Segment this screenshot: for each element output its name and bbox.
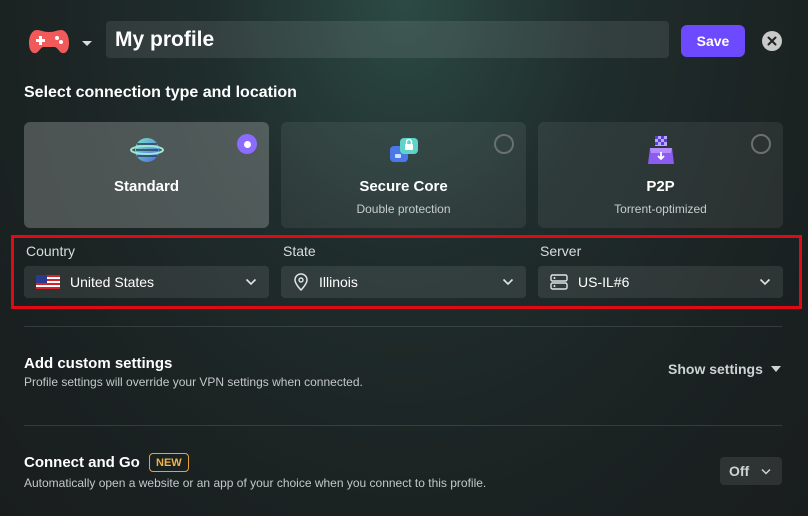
- chevron-down-icon: [759, 278, 771, 286]
- server-value: US-IL#6: [578, 274, 630, 290]
- chevron-down-icon[interactable]: [80, 36, 94, 46]
- chevron-down-icon: [245, 278, 257, 286]
- server-label: Server: [540, 243, 582, 259]
- connect-and-go-description: Automatically open a website or an app o…: [24, 476, 487, 490]
- map-pin-icon: [294, 273, 308, 291]
- connection-option-title: Secure Core: [359, 178, 448, 195]
- server-select[interactable]: US-IL#6: [538, 266, 783, 298]
- connect-and-go-value: Off: [729, 463, 750, 479]
- connection-option-secure-core[interactable]: Secure Core Double protection: [281, 122, 526, 228]
- country-label: Country: [26, 243, 76, 259]
- custom-settings-description: Profile settings will override your VPN …: [24, 375, 363, 389]
- connection-option-title: Standard: [113, 178, 179, 195]
- new-badge: NEW: [149, 453, 189, 472]
- caret-down-icon: [770, 366, 781, 372]
- connection-option-subtitle: Torrent-optimized: [614, 202, 707, 216]
- radio-unselected[interactable]: [751, 134, 771, 154]
- gamepad-icon[interactable]: [28, 27, 70, 55]
- divider: [24, 425, 782, 426]
- profile-name-input[interactable]: [106, 21, 669, 58]
- p2p-icon: [644, 134, 678, 166]
- section-title: Select connection type and location: [24, 84, 297, 101]
- country-select[interactable]: United States: [24, 266, 269, 298]
- show-settings-label: Show settings: [668, 361, 763, 377]
- save-button[interactable]: Save: [681, 25, 745, 57]
- connection-option-subtitle: Double protection: [356, 202, 451, 216]
- chevron-down-icon: [502, 278, 514, 286]
- server-icon: [550, 274, 568, 290]
- chevron-down-icon: [761, 468, 771, 475]
- close-icon: [767, 36, 777, 46]
- globe-icon: [129, 134, 164, 166]
- state-select[interactable]: Illinois: [281, 266, 526, 298]
- country-value: United States: [70, 274, 155, 290]
- close-button[interactable]: [762, 31, 782, 51]
- radio-selected[interactable]: [237, 134, 257, 154]
- radio-unselected[interactable]: [494, 134, 514, 154]
- connection-option-title: P2P: [646, 178, 675, 195]
- custom-settings-title: Add custom settings: [24, 355, 173, 372]
- connection-option-p2p[interactable]: P2P Torrent-optimized: [538, 122, 783, 228]
- us-flag-icon: [36, 275, 60, 289]
- show-settings-button[interactable]: Show settings: [668, 361, 781, 377]
- connect-and-go-select[interactable]: Off: [720, 457, 782, 485]
- divider: [24, 326, 782, 327]
- connection-option-standard[interactable]: Standard: [24, 122, 269, 228]
- secure-core-icon: [387, 134, 421, 166]
- state-label: State: [283, 243, 316, 259]
- state-value: Illinois: [319, 274, 358, 290]
- connect-and-go-title: Connect and Go: [24, 454, 140, 471]
